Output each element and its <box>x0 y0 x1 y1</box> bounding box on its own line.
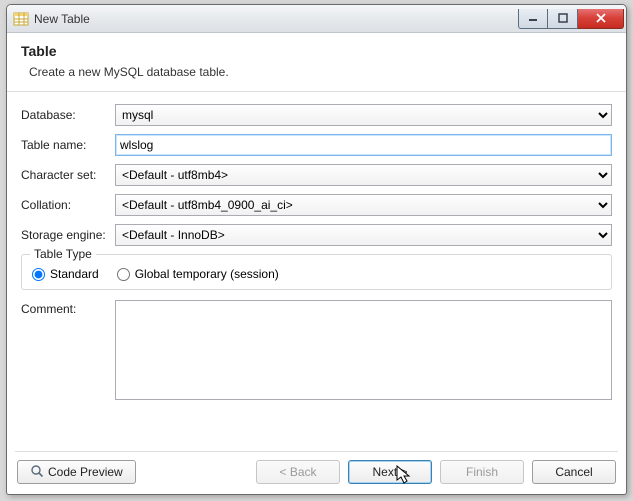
table-type-group: Table Type Standard Global temporary (se… <box>21 254 612 290</box>
table-name-label: Table name: <box>21 138 115 152</box>
storage-engine-label: Storage engine: <box>21 228 115 242</box>
radio-global-temporary-input[interactable] <box>117 268 130 281</box>
cancel-button[interactable]: Cancel <box>532 460 616 484</box>
table-icon <box>13 11 29 27</box>
database-label: Database: <box>21 108 115 122</box>
table-name-input[interactable] <box>115 134 612 156</box>
code-preview-button[interactable]: Code Preview <box>17 460 136 484</box>
window-title: New Table <box>34 12 518 26</box>
radio-standard-label: Standard <box>50 267 99 281</box>
comment-textarea[interactable] <box>115 300 612 400</box>
wizard-dialog: New Table Table Create a new MySQL datab… <box>6 4 627 495</box>
wizard-header: Table Create a new MySQL database table. <box>7 33 626 92</box>
collation-label: Collation: <box>21 198 115 212</box>
titlebar: New Table <box>7 5 626 33</box>
collation-select[interactable]: <Default - utf8mb4_0900_ai_ci> <box>115 194 612 216</box>
charset-label: Character set: <box>21 168 115 182</box>
close-button[interactable] <box>578 9 624 29</box>
page-title: Table <box>21 43 612 59</box>
radio-global-temporary[interactable]: Global temporary (session) <box>117 267 279 281</box>
minimize-button[interactable] <box>518 9 548 29</box>
next-button[interactable]: Next > <box>348 460 432 484</box>
comment-label: Comment: <box>21 300 115 316</box>
radio-global-temporary-label: Global temporary (session) <box>135 267 279 281</box>
charset-select[interactable]: <Default - utf8mb4> <box>115 164 612 186</box>
maximize-button[interactable] <box>548 9 578 29</box>
storage-engine-select[interactable]: <Default - InnoDB> <box>115 224 612 246</box>
magnifier-icon <box>30 464 44 481</box>
radio-standard[interactable]: Standard <box>32 267 99 281</box>
table-type-legend: Table Type <box>30 247 96 261</box>
window-controls <box>518 9 624 29</box>
page-description: Create a new MySQL database table. <box>21 65 612 79</box>
database-select[interactable]: mysql <box>115 104 612 126</box>
finish-button: Finish <box>440 460 524 484</box>
form-area: Database: mysql Table name: Character se… <box>7 92 626 451</box>
button-bar: Code Preview < Back Next > Finish Cancel <box>7 452 626 494</box>
radio-standard-input[interactable] <box>32 268 45 281</box>
back-button: < Back <box>256 460 340 484</box>
code-preview-label: Code Preview <box>48 465 123 479</box>
